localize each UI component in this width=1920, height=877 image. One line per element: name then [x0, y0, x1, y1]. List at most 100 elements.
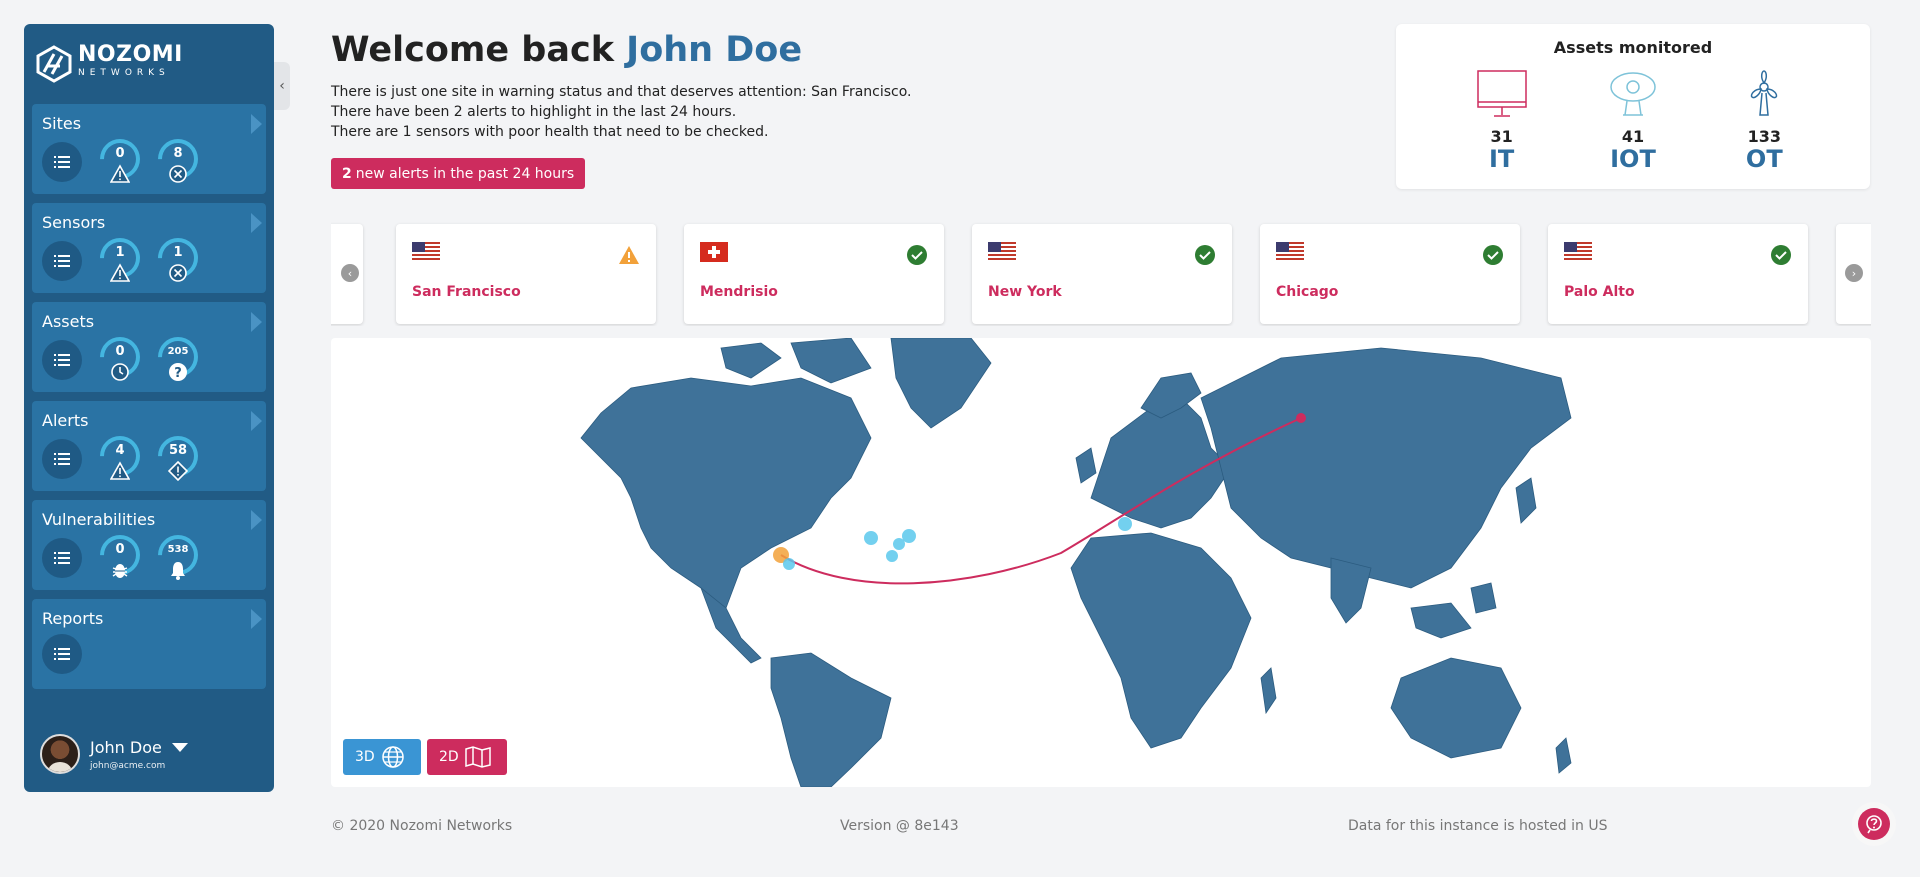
sidebar-card-reports[interactable]: Reports	[32, 599, 266, 689]
help-icon	[1866, 815, 1882, 834]
welcome-user-name: John Doe	[626, 30, 803, 70]
gauge-value: 4	[115, 443, 125, 458]
russia-marker[interactable]	[1296, 413, 1306, 423]
world-map[interactable]: 3D 2D	[331, 338, 1871, 787]
list-icon	[54, 552, 70, 564]
asset-count: 41	[1621, 127, 1645, 146]
logo-sub: NETWORKS	[78, 68, 170, 78]
user-name: John Doe	[90, 737, 162, 757]
check-circle-icon	[1195, 245, 1215, 265]
warning-icon	[110, 164, 130, 183]
warning-icon	[110, 461, 130, 480]
sidebar-card-sites[interactable]: Sites 0 8	[32, 104, 266, 194]
help-button[interactable]	[1858, 808, 1890, 840]
collapse-sidebar-button[interactable]: ‹	[274, 62, 290, 110]
world-map-canvas[interactable]	[331, 338, 1871, 787]
sensors-warning-gauge[interactable]: 1	[91, 229, 149, 287]
assets-unknown-gauge[interactable]: 205 ?	[149, 328, 207, 386]
asset-it[interactable]: 31 IT	[1462, 69, 1542, 172]
site-card-san-francisco[interactable]: San Francisco	[396, 224, 656, 324]
asset-iot[interactable]: 41 IOT	[1593, 69, 1673, 172]
map-3d-button[interactable]: 3D	[343, 739, 421, 775]
expand-arrow-icon[interactable]	[251, 312, 262, 332]
question-icon: ?	[169, 363, 187, 381]
camera-icon	[1610, 72, 1656, 116]
list-button[interactable]	[42, 340, 82, 380]
list-button[interactable]	[42, 142, 82, 182]
vulnerabilities-bug-gauge[interactable]: 0	[91, 526, 149, 584]
nozomi-logo-icon	[36, 45, 72, 83]
vulnerabilities-notification-gauge[interactable]: 538	[149, 526, 207, 584]
check-circle-icon	[1771, 245, 1791, 265]
status-summary: There is just one site in warning status…	[331, 82, 912, 142]
new-alerts-button[interactable]: 2 new alerts in the past 24 hours	[331, 158, 586, 189]
mendrisio-marker[interactable]	[1118, 517, 1132, 531]
summary-line-sites: There is just one site in warning status…	[331, 84, 912, 100]
summary-line-alerts: There have been 2 alerts to highlight in…	[331, 104, 737, 120]
atlanta-marker[interactable]	[886, 550, 898, 562]
chicago-marker[interactable]	[864, 531, 878, 545]
sites-error-gauge[interactable]: 8	[149, 130, 207, 188]
bug-icon	[112, 564, 128, 578]
expand-arrow-icon[interactable]	[251, 411, 262, 431]
us-flag-icon	[412, 242, 440, 262]
sidebar-card-vulnerabilities[interactable]: Vulnerabilities 0 538	[32, 500, 266, 590]
chevron-down-icon[interactable]	[171, 742, 188, 752]
card-title: Sites	[42, 114, 82, 133]
gauge-value: 1	[173, 245, 183, 260]
site-card-mendrisio[interactable]: Mendrisio	[684, 224, 944, 324]
avatar	[40, 734, 80, 774]
carousel-prev-button[interactable]: ‹	[341, 264, 359, 282]
list-icon	[54, 255, 70, 267]
sites-warning-gauge[interactable]: 0	[91, 130, 149, 188]
sidebar-card-assets[interactable]: Assets 0 205 ?	[32, 302, 266, 392]
alerts-risk-gauge[interactable]: 58	[149, 427, 207, 485]
sidebar-card-sensors[interactable]: Sensors 1 1	[32, 203, 266, 293]
expand-arrow-icon[interactable]	[251, 510, 262, 530]
footer-hosting: Data for this instance is hosted in US	[1348, 818, 1608, 834]
sidebar-card-alerts[interactable]: Alerts 4 58	[32, 401, 266, 491]
chevron-left-icon: ‹	[347, 266, 353, 280]
expand-arrow-icon[interactable]	[251, 114, 262, 134]
alerts-warning-gauge[interactable]: 4	[91, 427, 149, 485]
user-email: john@acme.com	[90, 760, 166, 771]
asset-count: 133	[1747, 127, 1782, 146]
user-menu[interactable]: John Doe john@acme.com	[40, 734, 188, 774]
sensors-error-gauge[interactable]: 1	[149, 229, 207, 287]
new-alerts-text: new alerts in the past 24 hours	[355, 165, 575, 182]
card-title: Sensors	[42, 213, 106, 232]
card-title: Vulnerabilities	[42, 510, 156, 529]
expand-arrow-icon[interactable]	[251, 213, 262, 233]
globe-icon	[381, 746, 404, 768]
ch-flag-icon	[700, 242, 728, 262]
nozomi-logo[interactable]: NOZOMI NETWORKS	[32, 24, 266, 104]
footer-version: Version @ 8e143	[840, 818, 959, 834]
list-button[interactable]	[42, 538, 82, 578]
site-card-new-york[interactable]: New York	[972, 224, 1232, 324]
wind-turbine-icon	[1751, 70, 1778, 116]
card-title: Alerts	[42, 411, 89, 430]
gauge-value: 1	[115, 245, 125, 260]
palo-alto-marker[interactable]	[783, 558, 795, 570]
list-icon	[54, 648, 70, 660]
check-circle-icon	[907, 245, 927, 265]
carousel-next-button[interactable]: ›	[1845, 264, 1863, 282]
site-card-chicago[interactable]: Chicago	[1260, 224, 1520, 324]
list-button[interactable]	[42, 634, 82, 674]
list-button[interactable]	[42, 439, 82, 479]
footer-copyright: © 2020 Nozomi Networks	[331, 818, 513, 834]
site-card-palo-alto[interactable]: Palo Alto	[1548, 224, 1808, 324]
site-name: Palo Alto	[1564, 284, 1635, 300]
east-coast-marker[interactable]	[893, 538, 905, 550]
map-2d-button[interactable]: 2D	[427, 739, 507, 775]
gauge-value: 205	[167, 346, 189, 357]
asset-ot[interactable]: 133 OT	[1724, 69, 1804, 172]
asset-label: OT	[1745, 145, 1783, 173]
svg-text:?: ?	[174, 366, 182, 381]
assets-recent-gauge[interactable]: 0	[91, 328, 149, 386]
site-name: New York	[988, 284, 1062, 300]
site-name: Mendrisio	[700, 284, 778, 300]
chevron-left-icon: ‹	[279, 78, 285, 94]
expand-arrow-icon[interactable]	[251, 609, 262, 629]
list-button[interactable]	[42, 241, 82, 281]
